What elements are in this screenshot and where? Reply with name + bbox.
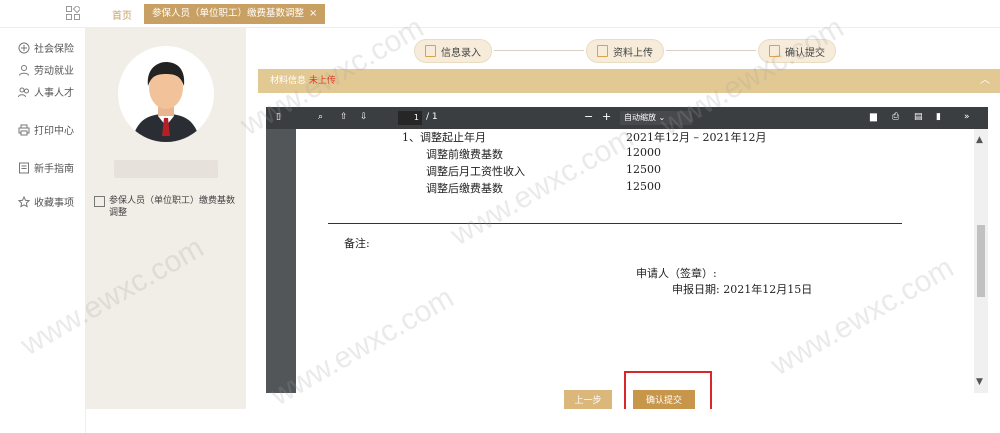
avatar xyxy=(118,46,214,142)
download-icon[interactable]: ▤ xyxy=(914,112,923,122)
chevron-up-icon[interactable]: ︿ xyxy=(980,69,990,93)
row1-value: 2021年12月 – 2021年12月 xyxy=(626,131,767,144)
table-icon xyxy=(94,196,105,207)
star-icon xyxy=(18,195,30,208)
nav-label: 打印中心 xyxy=(34,126,74,137)
nav-label: 收藏事项 xyxy=(34,198,74,209)
remark-label: 备注: xyxy=(344,237,370,250)
row1-label: 1、调整起止年月 xyxy=(402,131,486,144)
materials-label: 材料信息 xyxy=(270,76,307,86)
open-file-icon[interactable]: ▆ xyxy=(870,112,877,122)
sidebar-item-label: 参保人员（单位职工）缴费基数调整 xyxy=(109,196,236,218)
person-avatar-icon xyxy=(132,62,200,142)
zoom-out-icon[interactable]: − xyxy=(584,110,593,123)
sidebar-item-payment-base-adjust[interactable]: 参保人员（单位职工）缴费基数调整 xyxy=(94,195,242,219)
materials-status: 未上传 xyxy=(308,76,336,86)
nav-item-personnel[interactable]: 人事人才 xyxy=(18,84,74,99)
date-label: 申报日期: 2021年12月15日 xyxy=(672,283,813,296)
nav-label: 人事人才 xyxy=(34,88,74,99)
nav-label: 劳动就业 xyxy=(34,66,74,77)
print-icon[interactable]: ⎙ xyxy=(892,112,899,122)
scroll-up-icon[interactable]: ▲ xyxy=(976,135,983,145)
step-progress: 信息录入 资料上传 确认提交 xyxy=(246,28,1000,68)
materials-bar[interactable]: 材料信息 未上传 ︿ xyxy=(258,69,1000,93)
nav-item-print-center[interactable]: 打印中心 xyxy=(18,122,74,137)
upload-doc-icon xyxy=(597,45,608,57)
applicant-label: 申请人（签章）: xyxy=(636,267,717,280)
main-content: 信息录入 资料上传 确认提交 材料信息 未上传 ︿ ▯ ⌕ ⇧ ⇩ 1 / 1 … xyxy=(246,28,1000,433)
zoom-select[interactable]: 自动缩放 ⌄ xyxy=(620,111,692,125)
scroll-down-icon[interactable]: ▼ xyxy=(976,377,983,387)
nav-item-social-insurance[interactable]: 社会保险 xyxy=(18,40,74,55)
row4-value: 12500 xyxy=(626,180,661,193)
shield-icon xyxy=(18,42,30,53)
row3-value: 12500 xyxy=(626,163,661,176)
worker-icon xyxy=(19,64,29,76)
step-info-entry: 信息录入 xyxy=(414,39,492,63)
divider xyxy=(328,223,902,224)
scroll-thumb[interactable] xyxy=(977,225,985,297)
printer-icon xyxy=(18,124,30,135)
close-icon[interactable]: × xyxy=(309,4,317,24)
step-connector xyxy=(494,50,584,51)
step-label: 资料上传 xyxy=(613,47,653,59)
tab-payment-base-adjust[interactable]: 参保人员（单位职工）缴费基数调整 × xyxy=(144,4,326,24)
row2-label: 调整前缴费基数 xyxy=(426,148,503,161)
row3-label: 调整后月工资性收入 xyxy=(426,165,525,178)
step-label: 确认提交 xyxy=(785,47,825,59)
row2-value: 12000 xyxy=(626,146,661,159)
nav-item-guide[interactable]: 新手指南 xyxy=(18,160,74,175)
nav-item-favorites[interactable]: 收藏事项 xyxy=(18,194,74,209)
nav-label: 社会保险 xyxy=(34,44,74,55)
search-icon[interactable]: ⌕ xyxy=(318,112,323,122)
people-icon xyxy=(18,87,29,97)
page-total: / 1 xyxy=(426,112,438,122)
step-upload: 资料上传 xyxy=(586,39,664,63)
row4-label: 调整后缴费基数 xyxy=(426,182,503,195)
pdf-toolbar: ▯ ⌕ ⇧ ⇩ 1 / 1 − + 自动缩放 ⌄ ▆ ⎙ ▤ ▮ » xyxy=(266,107,988,129)
footer-space xyxy=(86,409,1000,433)
check-doc-icon xyxy=(769,45,780,57)
next-page-icon[interactable]: ⇩ xyxy=(360,112,368,122)
page-number-input[interactable]: 1 xyxy=(398,111,422,125)
pdf-scrollbar[interactable]: ▲ ▼ xyxy=(974,129,988,393)
page: 首页 参保人员（单位职工）缴费基数调整 × 社会保险 劳动就业 人事人才 打印中… xyxy=(0,0,1000,433)
bookmark-icon[interactable]: ▮ xyxy=(936,112,941,122)
user-name-placeholder xyxy=(114,160,218,178)
zoom-value: 自动缩放 xyxy=(624,113,656,122)
document-edit-icon xyxy=(425,45,436,57)
tab-home[interactable]: 首页 xyxy=(112,7,132,22)
sidebar-toggle-icon[interactable]: ▯ xyxy=(276,112,281,122)
left-nav: 社会保险 劳动就业 人事人才 打印中心 新手指南 收藏事项 xyxy=(0,28,86,433)
step-connector xyxy=(666,50,756,51)
zoom-in-icon[interactable]: + xyxy=(602,110,611,123)
nav-label: 新手指南 xyxy=(34,164,74,175)
tools-icon[interactable]: » xyxy=(964,112,970,122)
pdf-page: 1、调整起止年月 2021年12月 – 2021年12月 调整前缴费基数 120… xyxy=(296,129,974,393)
pdf-viewer: ▯ ⌕ ⇧ ⇩ 1 / 1 − + 自动缩放 ⌄ ▆ ⎙ ▤ ▮ » 1、调整起… xyxy=(266,107,988,393)
profile-panel: 参保人员（单位职工）缴费基数调整 xyxy=(86,28,246,409)
grid-menu-icon[interactable] xyxy=(66,6,80,20)
step-confirm-submit: 确认提交 xyxy=(758,39,836,63)
tab-label: 参保人员（单位职工）缴费基数调整 xyxy=(152,8,305,19)
nav-item-employment[interactable]: 劳动就业 xyxy=(18,62,74,77)
step-label: 信息录入 xyxy=(441,47,481,59)
top-bar: 首页 参保人员（单位职工）缴费基数调整 × xyxy=(0,0,1000,28)
guide-icon xyxy=(19,162,29,173)
prev-page-icon[interactable]: ⇧ xyxy=(340,112,348,122)
